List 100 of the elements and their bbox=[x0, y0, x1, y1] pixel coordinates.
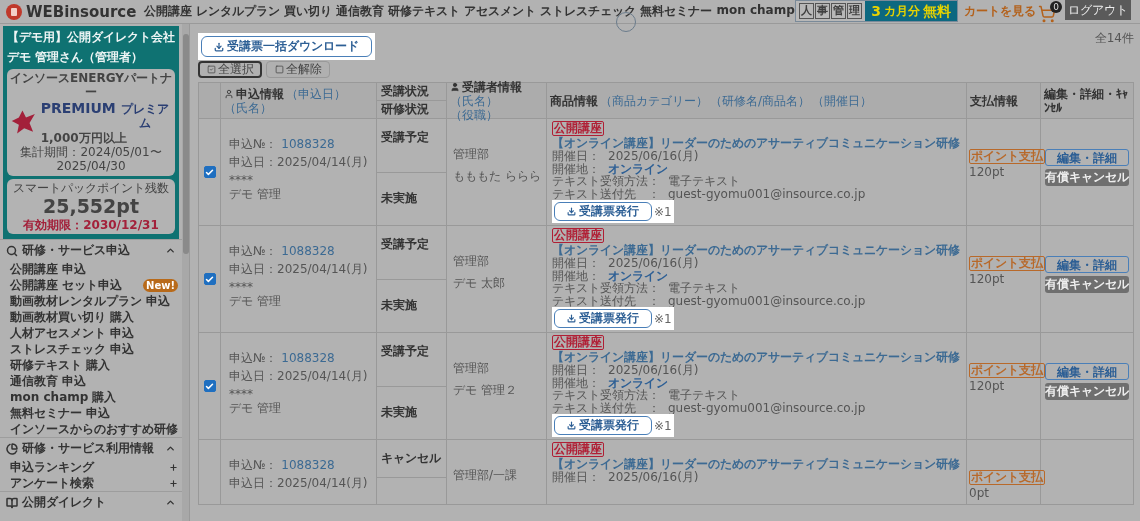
detail-value[interactable]: オンライン bbox=[608, 269, 668, 282]
bulk-download-button[interactable]: 受講票一括ダウンロード bbox=[201, 36, 372, 57]
department-text: 管理部/一課 bbox=[453, 468, 519, 482]
sidebar-item[interactable]: 通信教育 申込 bbox=[0, 373, 182, 390]
select-button[interactable]: 全解除 bbox=[266, 61, 330, 78]
company-name: 【デモ用】公開ダイレクト会社 bbox=[7, 29, 175, 46]
rank-name: PREMIUM bbox=[40, 99, 116, 117]
cancel-button[interactable]: 有償キャンセル bbox=[1045, 383, 1129, 400]
nav-link[interactable]: レンタルプラン bbox=[196, 3, 281, 20]
application-date: 申込日：2025/04/14(月) bbox=[229, 262, 369, 276]
ticket-button[interactable]: 受講票発行 bbox=[554, 416, 652, 435]
department-text: 管理部 bbox=[453, 254, 490, 268]
row-checkbox[interactable] bbox=[203, 273, 216, 285]
sidebar-item[interactable]: 無料セミナー 申込 bbox=[0, 405, 182, 422]
nav-link[interactable]: ストレスチェック bbox=[540, 3, 637, 20]
sidebar-section[interactable]: 研修・サービス申込 bbox=[0, 239, 182, 262]
payment-amount: 120pt bbox=[969, 272, 1006, 286]
payment-tag: ポイント支払 bbox=[969, 149, 1045, 164]
rank-kana: プレミアム bbox=[120, 101, 171, 131]
download-icon bbox=[567, 207, 576, 216]
sidebar-item[interactable]: 動画教材レンタルプラン 申込 bbox=[0, 293, 182, 310]
detail-label: 開催日： bbox=[552, 364, 600, 377]
sidebar-item[interactable]: 動画教材買い切り 購入 bbox=[0, 309, 182, 326]
download-icon bbox=[567, 314, 576, 323]
download-icon bbox=[214, 41, 224, 52]
logo-text: WEBinsource bbox=[26, 2, 137, 21]
detail-value: guest-gyomu001@insource.co.jp bbox=[668, 401, 866, 414]
training-status: 未実施 bbox=[377, 385, 446, 439]
logout-button[interactable]: ログアウト bbox=[1065, 0, 1131, 20]
detail-value: 電子テキスト bbox=[668, 389, 740, 402]
ticket-button[interactable]: 受講票発行 bbox=[554, 309, 652, 328]
nav-link[interactable]: 公開講座 bbox=[144, 3, 193, 20]
offer-text: 3 カ月分 無料 bbox=[865, 1, 957, 21]
square-icon bbox=[274, 65, 284, 74]
detail-value: guest-gyomu001@insource.co.jp bbox=[668, 187, 866, 200]
sidebar-item[interactable]: ストレスチェック 申込 bbox=[0, 341, 182, 358]
column-header: 支払情報 bbox=[967, 83, 1041, 119]
cart-icon[interactable] bbox=[1038, 4, 1056, 23]
payment-tag: ポイント支払 bbox=[969, 256, 1045, 271]
detail-value: 電子テキスト bbox=[668, 175, 740, 188]
detail-value: 電子テキスト bbox=[668, 282, 740, 295]
expiry-text: 有効期限：2030/12/31 bbox=[23, 217, 159, 233]
new-badge: New! bbox=[143, 278, 178, 292]
user-name: デモ 管理さん（管理者） bbox=[7, 49, 145, 66]
nav-link[interactable]: 研修テキスト bbox=[388, 3, 461, 20]
select-button[interactable]: 全選択 bbox=[198, 61, 262, 78]
column-header: 研修状況 bbox=[377, 100, 446, 118]
nav-link[interactable]: アセスメント bbox=[464, 3, 537, 20]
promo-banner[interactable]: 人 事 管 理 3 カ月分 無料 bbox=[795, 0, 958, 22]
application-date: 申込日：2025/04/14(月) bbox=[229, 476, 369, 490]
nav-link[interactable]: 買い切り bbox=[284, 3, 333, 20]
sidebar-item[interactable]: アンケート検索 bbox=[0, 475, 182, 492]
cancel-button[interactable]: 有償キャンセル bbox=[1045, 276, 1129, 293]
points-label: スマートパックポイント残数 bbox=[13, 180, 169, 196]
note-mark: ※1 bbox=[654, 204, 672, 219]
sidebar-item[interactable]: 公開講座 セット申込 New! bbox=[0, 277, 182, 294]
column-header: 編集・詳細・ｷｬﾝｾﾙ bbox=[1041, 83, 1134, 119]
cancel-button[interactable]: 有償キャンセル bbox=[1045, 169, 1129, 186]
user-icon bbox=[450, 81, 460, 92]
row-checkbox[interactable] bbox=[203, 166, 216, 178]
detail-label: テキスト受領方法： bbox=[552, 175, 660, 188]
sidebar-item[interactable]: 研修テキスト 購入 bbox=[0, 357, 182, 374]
sidebar-item[interactable]: 公開講座 申込 bbox=[0, 261, 182, 278]
masked-text: **** bbox=[229, 280, 254, 294]
attendance-status: 受講予定 bbox=[380, 236, 430, 253]
sidebar-item[interactable]: 人材アセスメント 申込 bbox=[0, 325, 182, 342]
edit-button[interactable]: 編集・詳細 bbox=[1045, 363, 1129, 380]
sidebar-section[interactable]: 公開ダイレクト bbox=[0, 491, 182, 514]
edit-button[interactable]: 編集・詳細 bbox=[1045, 256, 1129, 273]
row-checkbox[interactable] bbox=[203, 380, 216, 392]
sidebar-item[interactable]: インソースからのおすすめ研修 bbox=[0, 421, 182, 438]
detail-label: 開催地： bbox=[552, 376, 600, 389]
application-number: 申込№： 1088328 bbox=[229, 244, 336, 258]
detail-value[interactable]: オンライン bbox=[608, 162, 668, 175]
attendance-status: 受講予定 bbox=[380, 129, 430, 146]
ticket-button[interactable]: 受講票発行 bbox=[554, 202, 652, 221]
sidebar-section[interactable]: 研修・サービス利用情報 bbox=[0, 437, 182, 460]
logo-icon bbox=[6, 3, 22, 20]
payment-tag: ポイント支払 bbox=[969, 363, 1045, 378]
attendance-status: 受講予定 bbox=[380, 343, 430, 360]
sidebar-item[interactable]: 申込ランキング bbox=[0, 459, 182, 476]
plus-icon bbox=[169, 478, 178, 488]
detail-label: 開催地： bbox=[552, 162, 600, 175]
training-status: 未実施 bbox=[377, 171, 446, 225]
note-mark: ※1 bbox=[654, 418, 672, 433]
column-header: 申込情報 （申込日） （氏名） bbox=[221, 83, 377, 119]
sidebar-item[interactable]: mon champ 購入 bbox=[0, 389, 182, 406]
detail-label: テキスト受領方法： bbox=[552, 282, 660, 295]
period-text: 集計期間：2024/05/01〜2025/04/30 bbox=[19, 144, 163, 174]
nav-link[interactable]: 通信教育 bbox=[336, 3, 385, 20]
attendee-name: もももた ららら bbox=[453, 169, 542, 183]
detail-value: 2025/06/16(月) bbox=[608, 364, 699, 377]
banner-character: 事 bbox=[815, 3, 831, 19]
application-number: 申込№： 1088328 bbox=[229, 458, 336, 472]
nav-link[interactable]: 無料セミナー bbox=[640, 3, 713, 20]
edit-button[interactable]: 編集・詳細 bbox=[1045, 149, 1129, 166]
detail-value[interactable]: オンライン bbox=[608, 376, 668, 389]
payment-amount: 120pt bbox=[969, 379, 1006, 393]
nav-link[interactable]: mon champ bbox=[716, 3, 795, 20]
scrollbar[interactable] bbox=[182, 24, 189, 521]
